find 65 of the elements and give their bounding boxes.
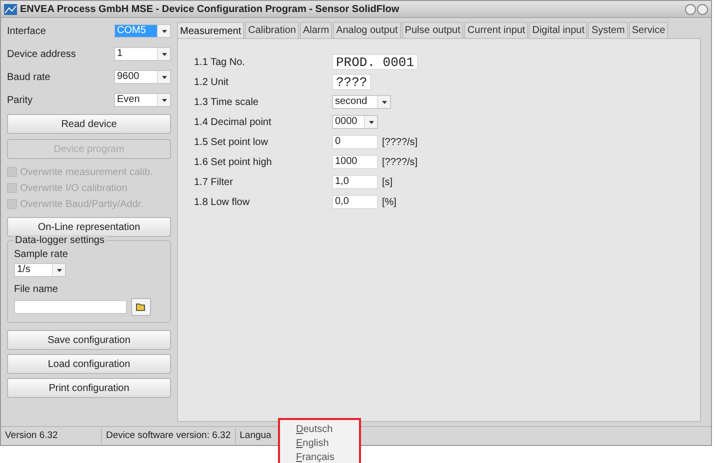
tab[interactable]: Current input (464, 22, 528, 38)
field-label: Interface (7, 26, 46, 36)
window-title: ENVEA Process GmbH MSE - Device Configuration Program - Sensor SolidFlow (20, 4, 400, 14)
file-name-field[interactable] (14, 300, 127, 314)
field-label: Parity (7, 94, 33, 106)
field-label: Device address (7, 48, 76, 60)
dropdown-arrow-icon (368, 120, 374, 124)
folder-icon (136, 303, 146, 311)
group-title: Data-logger settings (14, 235, 106, 246)
menu-item[interactable]: English (280, 437, 359, 451)
dropdown[interactable]: 9600 (114, 70, 171, 84)
tab[interactable]: System (588, 22, 628, 38)
app-logo-icon (4, 4, 17, 14)
menu-item[interactable]: Français (280, 451, 359, 463)
maximize-button[interactable] (697, 4, 708, 14)
field-label: File name (14, 284, 59, 295)
version-text: Version 6.32 (1, 428, 102, 444)
tab[interactable]: Digital input (529, 22, 588, 38)
unit-label: [????/s] (382, 136, 418, 148)
online-representation-button[interactable]: On-Line representation (7, 217, 171, 237)
language-menu-button[interactable]: Langua (236, 428, 276, 444)
dropdown[interactable]: 1 (114, 47, 171, 61)
tab[interactable]: Service (628, 22, 668, 38)
dropdown-arrow-icon (162, 98, 166, 102)
input-field[interactable]: PROD. 0001 (332, 54, 418, 70)
dropdown-arrow-icon (162, 76, 166, 78)
unit-label: [????/s] (382, 156, 418, 168)
dropdown-arrow-icon (162, 30, 166, 32)
input-field[interactable]: 0 (332, 135, 378, 149)
dropdown-arrow-icon (162, 52, 166, 56)
menu-item[interactable]: Deutsch (280, 423, 359, 437)
tab[interactable]: Alarm (300, 22, 332, 38)
tab[interactable]: Calibration (245, 22, 299, 38)
configuration-button[interactable]: Load configuration (7, 354, 171, 374)
input-field[interactable]: 1000 (332, 155, 378, 169)
unit-label: [%] (382, 196, 396, 208)
input-field[interactable]: 1,0 (332, 175, 378, 189)
field-label: Baud rate (7, 72, 50, 82)
field-label: 1.3 Time scale (194, 96, 260, 108)
field-label: 1.8 Low flow (194, 196, 251, 208)
dropdown[interactable]: 1/s (14, 263, 66, 277)
input-field[interactable]: ???? (332, 74, 372, 90)
field-label: 1.7 Filter (194, 176, 234, 188)
tab[interactable]: Pulse output (402, 22, 464, 38)
minimize-button[interactable] (685, 4, 696, 14)
field-label: Sample rate (14, 249, 69, 260)
dropdown[interactable]: 0000 (332, 115, 378, 129)
browse-button[interactable] (131, 298, 151, 316)
configuration-button[interactable]: Print configuration (7, 378, 171, 398)
dropdown-arrow-icon (56, 268, 62, 272)
tab[interactable]: Measurement (177, 22, 244, 39)
device-version-text: Device software version: 6.32 (102, 428, 236, 444)
dropdown-arrow-icon (382, 100, 386, 104)
field-label: 1.6 Set point high (194, 156, 273, 168)
read-device-button[interactable]: Read device (7, 114, 171, 134)
unit-label: [s] (382, 176, 393, 188)
field-label: 1.1 Tag No. (194, 56, 246, 68)
input-field[interactable]: 0,0 (332, 195, 378, 209)
tab[interactable]: Analog output (333, 22, 401, 38)
field-label: 1.2 Unit (194, 76, 230, 88)
dropdown[interactable]: second (332, 95, 391, 109)
field-label: 1.5 Set point low (194, 136, 269, 148)
dropdown[interactable]: Even (114, 93, 171, 107)
field-label: 1.4 Decimal point (194, 116, 272, 128)
configuration-button[interactable]: Save configuration (7, 330, 171, 350)
